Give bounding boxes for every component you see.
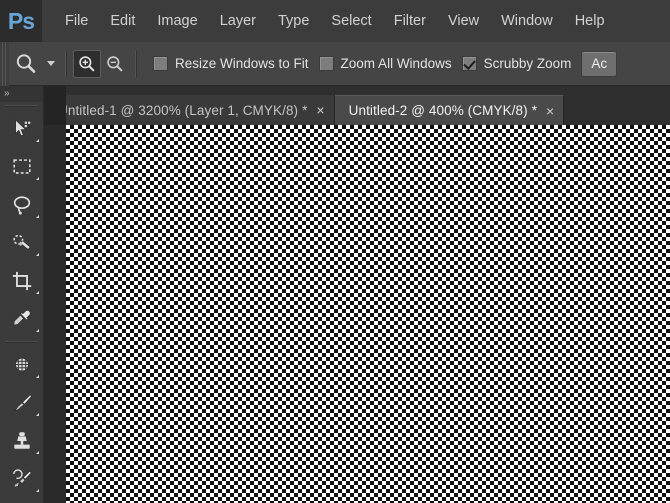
spot-healing-brush-tool[interactable] <box>0 346 43 384</box>
menu-items: File Edit Image Layer Type Select Filter… <box>54 0 616 42</box>
photoshop-window: Ps File Edit Image Layer Type Select Fil… <box>0 0 670 503</box>
menu-item-help[interactable]: Help <box>564 0 616 42</box>
photoshop-logo-icon: Ps <box>0 0 42 42</box>
quick-selection-tool[interactable] <box>0 224 43 262</box>
options-separator-2 <box>135 50 137 77</box>
tab-unsaved-marker: * <box>302 102 308 118</box>
tool-submenu-indicator <box>36 489 39 492</box>
zoom-tool-icon[interactable] <box>9 42 43 86</box>
actual-pixels-button[interactable]: Ac <box>581 50 618 77</box>
tool-submenu-indicator <box>36 413 39 416</box>
zoom-out-icon[interactable] <box>101 50 129 78</box>
tool-submenu-indicator <box>36 253 39 256</box>
document-tab-untitled-2[interactable]: Untitled-2 @ 400% (CMYK/8) * × <box>334 95 565 125</box>
options-separator-1 <box>65 50 67 77</box>
quick-selection-tool-icon <box>12 234 31 250</box>
resize-windows-to-fit-checkbox[interactable]: Resize Windows to Fit <box>153 42 309 86</box>
eyedropper-tool[interactable] <box>0 300 43 338</box>
menu-item-select[interactable]: Select <box>320 0 382 42</box>
spot-healing-brush-tool-icon <box>14 357 29 372</box>
tab-title: Untitled-1 @ 3200% (Layer 1, CMYK/8) <box>58 102 299 118</box>
scrubby-zoom-checkbox-box[interactable] <box>461 56 477 71</box>
options-bar-drag-handle[interactable] <box>0 41 9 86</box>
menu-item-image[interactable]: Image <box>146 0 208 42</box>
menu-item-window[interactable]: Window <box>490 0 564 42</box>
menu-item-type[interactable]: Type <box>267 0 320 42</box>
menu-item-layer[interactable]: Layer <box>209 0 267 42</box>
resize-windows-to-fit-label: Resize Windows to Fit <box>175 56 309 71</box>
eyedropper-tool-icon <box>12 310 31 326</box>
tool-submenu-indicator <box>36 291 39 294</box>
scrubby-zoom-checkbox[interactable]: Scrubby Zoom <box>461 42 572 86</box>
lasso-tool[interactable] <box>0 186 43 224</box>
tab-unsaved-marker: * <box>531 103 537 118</box>
document-canvas-transparent-checkerboard[interactable] <box>66 125 670 503</box>
close-icon[interactable]: × <box>316 103 324 117</box>
rectangular-marquee-tool[interactable] <box>0 148 43 186</box>
chevron-down-icon[interactable] <box>43 42 59 86</box>
tool-submenu-indicator <box>36 451 39 454</box>
tool-submenu-indicator <box>36 139 39 142</box>
tool-submenu-indicator <box>36 375 39 378</box>
brush-tool[interactable] <box>0 384 43 422</box>
menu-item-edit[interactable]: Edit <box>99 0 146 42</box>
move-tool-icon <box>14 118 30 137</box>
eraser-tool[interactable] <box>0 498 43 503</box>
menu-bar: Ps File Edit Image Layer Type Select Fil… <box>0 0 670 43</box>
rectangular-marquee-tool-icon <box>12 159 31 174</box>
canvas-area[interactable] <box>44 125 670 503</box>
crop-tool[interactable] <box>0 262 43 300</box>
canvas-background <box>44 125 67 503</box>
scrubby-zoom-label: Scrubby Zoom <box>483 56 572 71</box>
crop-tool-icon <box>12 271 31 291</box>
clone-stamp-tool-icon <box>13 432 30 449</box>
history-brush-tool-icon <box>12 469 31 488</box>
menu-item-view[interactable]: View <box>437 0 490 42</box>
tab-title: Untitled-2 @ 400% (CMYK/8) <box>348 103 528 118</box>
resize-windows-to-fit-checkbox-box[interactable] <box>153 56 168 71</box>
tabbar-corner-filler <box>44 86 66 125</box>
tool-submenu-indicator <box>36 215 39 218</box>
move-tool[interactable] <box>0 110 43 148</box>
zoom-all-windows-checkbox-box[interactable] <box>318 56 334 71</box>
double-chevron-icon: » <box>4 88 9 99</box>
menu-item-file[interactable]: File <box>54 0 99 42</box>
document-tab-untitled-1[interactable]: Untitled-1 @ 3200% (Layer 1, CMYK/8) * × <box>44 95 335 125</box>
tools-divider <box>5 105 38 107</box>
zoom-all-windows-checkbox[interactable]: Zoom All Windows <box>318 42 452 86</box>
zoom-in-icon[interactable] <box>73 49 101 78</box>
history-brush-tool[interactable] <box>0 460 43 498</box>
tool-submenu-indicator <box>36 177 39 180</box>
brush-tool-icon <box>13 394 32 411</box>
menu-item-filter[interactable]: Filter <box>383 0 437 42</box>
tools-panel-drag-handle[interactable]: » <box>0 86 43 102</box>
document-tab-bar: Untitled-1 @ 3200% (Layer 1, CMYK/8) * ×… <box>44 86 670 125</box>
lasso-tool-icon <box>13 196 30 215</box>
tool-submenu-indicator <box>36 329 39 332</box>
tools-divider <box>5 341 38 343</box>
clone-stamp-tool[interactable] <box>0 422 43 460</box>
tools-panel: » <box>0 86 44 503</box>
zoom-all-windows-label: Zoom All Windows <box>340 56 452 71</box>
tool-options-bar: Resize Windows to Fit Zoom All Windows S… <box>0 41 670 86</box>
close-icon[interactable]: × <box>546 104 554 118</box>
